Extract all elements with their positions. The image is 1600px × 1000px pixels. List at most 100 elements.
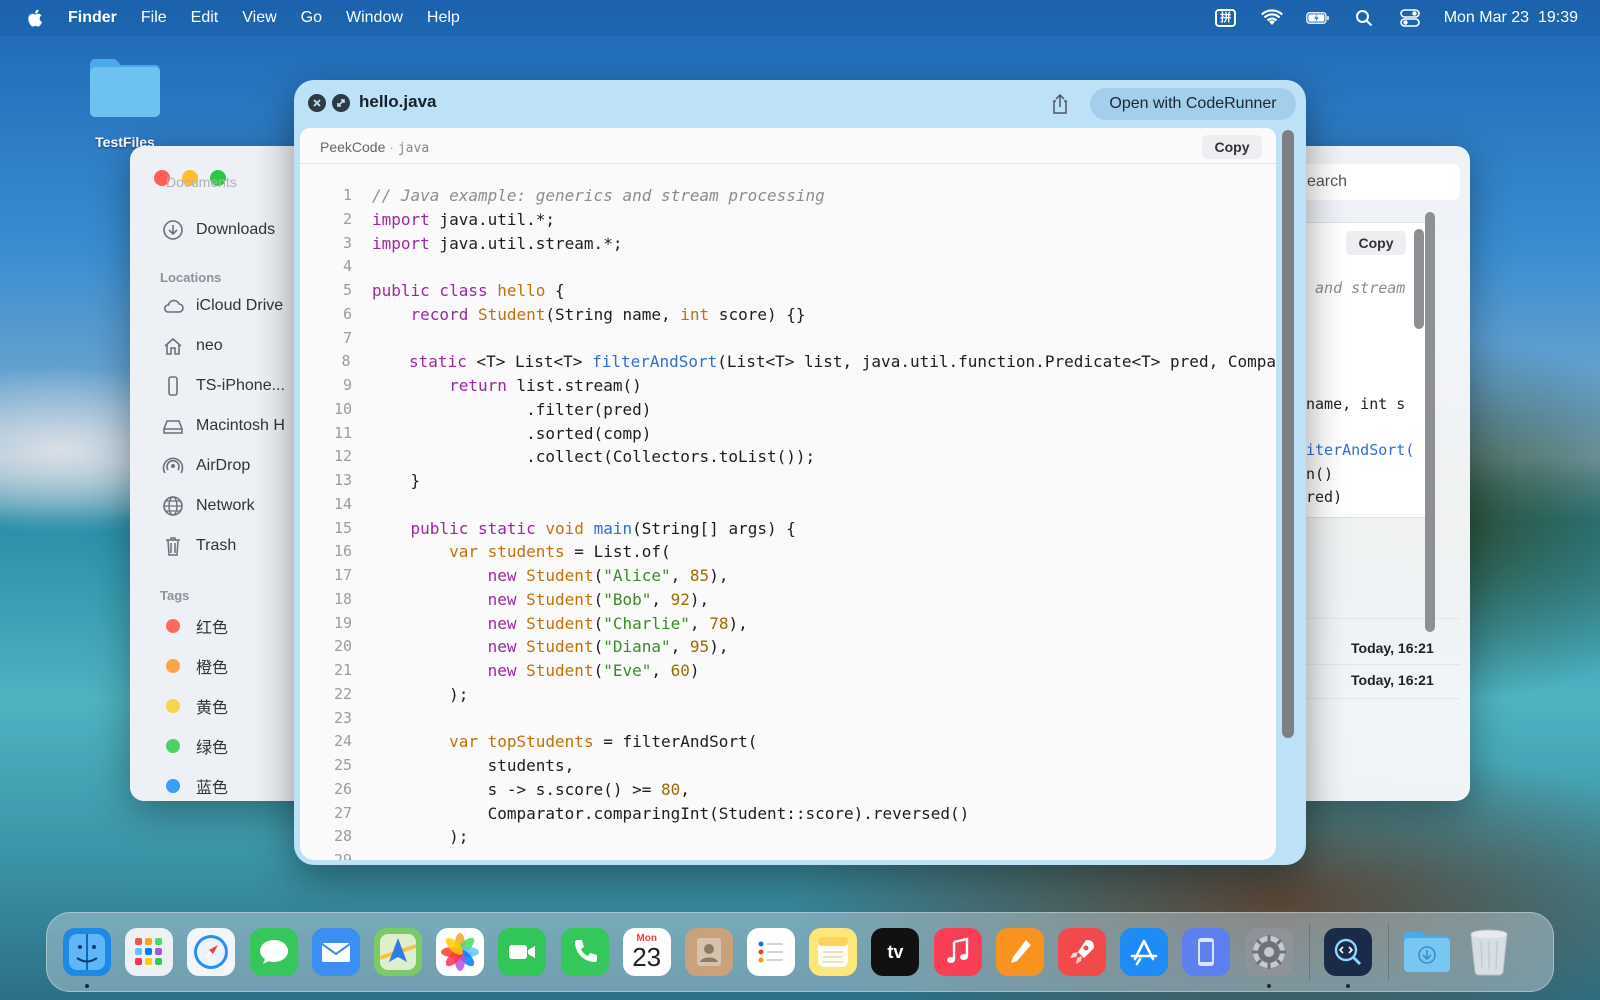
line-number: 21 (333, 661, 352, 679)
dock-launchpad[interactable] (125, 928, 174, 976)
dock-peekcode[interactable] (1323, 928, 1372, 988)
code-token: ( (593, 613, 604, 633)
line-text (352, 707, 372, 731)
dock-photos[interactable] (436, 928, 485, 976)
sidebar-tag-red[interactable]: 红色 (162, 614, 228, 638)
file-date: Today, 16:21 (1351, 672, 1434, 688)
code-scrollbar[interactable] (1282, 130, 1294, 738)
calendar-day: 23 (632, 942, 662, 972)
sidebar-item-iphone[interactable]: TS-iPhone... (162, 374, 285, 398)
sidebar-item-trash[interactable]: Trash (162, 534, 236, 558)
code-token: , (651, 661, 671, 680)
dock-contacts[interactable] (684, 928, 733, 976)
dock-simulator[interactable] (1182, 928, 1231, 976)
file-date: Today, 16:21 (1351, 640, 1434, 656)
menu-clock[interactable]: Mon Mar 23 19:39 (1444, 9, 1578, 27)
code-token: "Eve" (603, 661, 652, 680)
menu-go[interactable]: Go (301, 9, 322, 27)
dock-music[interactable] (933, 928, 982, 976)
dock-app-store[interactable] (1120, 928, 1169, 976)
menu-view[interactable]: View (242, 9, 276, 27)
running-indicator (85, 984, 89, 988)
dock-safari[interactable] (187, 928, 236, 976)
sidebar-item-macintosh-hd[interactable]: Macintosh H (162, 414, 285, 438)
dock-finder[interactable] (63, 928, 111, 988)
line-text (352, 255, 372, 279)
sidebar-tag-green[interactable]: 绿色 (162, 734, 228, 758)
sidebar-item-network[interactable]: Network (162, 494, 255, 518)
dock-messages[interactable] (249, 928, 298, 976)
sidebar-item-home[interactable]: neo (162, 334, 223, 358)
line-number: 3 (342, 233, 352, 252)
control-center-icon[interactable] (1398, 8, 1422, 28)
open-with-coderunner-button[interactable]: Open with CodeRunner (1090, 88, 1296, 120)
code-block[interactable]: 1 // Java example: generics and stream pr… (300, 184, 1276, 860)
preview-scrollbar[interactable] (1414, 229, 1424, 329)
line-number: 28 (333, 827, 352, 846)
line-number: 27 (333, 803, 352, 822)
code-line: 28 ); (300, 825, 1276, 849)
dock-rocket[interactable] (1058, 928, 1106, 976)
dock-calendar[interactable]: Mon 23 (622, 928, 671, 976)
code-line: 7 (300, 327, 1276, 351)
code-token: Student (477, 304, 546, 324)
finder-scrollbar[interactable] (1425, 212, 1435, 632)
sidebar-tag-yellow[interactable]: 黄色 (162, 694, 228, 718)
sidebar-tag-orange[interactable]: 橙色 (162, 654, 228, 678)
sidebar-item-downloads[interactable]: Downloads (162, 218, 275, 242)
dock-mail[interactable] (311, 928, 360, 976)
share-icon[interactable] (1050, 93, 1070, 115)
apple-logo-icon[interactable] (26, 8, 46, 28)
preview-copy-button[interactable]: Copy (1346, 231, 1406, 255)
finder-icon (67, 932, 107, 972)
battery-icon[interactable] (1305, 8, 1330, 28)
facetime-icon (504, 934, 540, 970)
line-text (352, 327, 372, 351)
brand-name: PeekCode (320, 139, 386, 155)
desktop-folder[interactable]: TestFiles (80, 56, 170, 150)
menu-edit[interactable]: Edit (191, 9, 219, 27)
input-method-icon[interactable]: 拼 (1214, 8, 1238, 28)
fullscreen-icon[interactable] (332, 94, 350, 112)
wifi-icon[interactable] (1260, 8, 1284, 28)
sidebar-item-icloud-drive[interactable]: iCloud Drive (162, 294, 283, 318)
close-icon[interactable] (308, 94, 326, 112)
dock-tv[interactable]: tv (871, 928, 920, 976)
menu-app-name[interactable]: Finder (68, 9, 117, 27)
code-token: java.util.*; (429, 209, 556, 229)
code-token: java.util.stream.*; (429, 233, 623, 253)
dock-system-settings[interactable] (1244, 928, 1293, 988)
dock-maps[interactable] (373, 928, 422, 976)
line-number: 29 (333, 851, 352, 860)
menu-window[interactable]: Window (346, 9, 403, 27)
line-text (352, 849, 372, 860)
dock-facetime[interactable] (498, 928, 547, 976)
menu-file[interactable]: File (141, 9, 167, 27)
sidebar-item-documents[interactable]: Documents (166, 174, 237, 190)
dock-pages[interactable] (995, 928, 1044, 976)
line-text: // Java example: generics and stream pro… (352, 184, 825, 208)
search-icon[interactable] (1352, 8, 1376, 28)
sidebar-item-label: 橙色 (196, 660, 229, 677)
dock: Mon 23 tv (46, 912, 1554, 992)
dock-notes[interactable] (809, 928, 858, 976)
menu-help[interactable]: Help (427, 9, 460, 27)
tag-dot-icon (166, 659, 180, 673)
code-line: 20 new Student("Diana", 95), (300, 635, 1276, 659)
line-number: 25 (333, 756, 352, 774)
dock-downloads-folder[interactable] (1403, 928, 1451, 976)
sidebar-tag-blue[interactable]: 蓝色 (162, 774, 228, 798)
code-line: 27 Comparator.comparingInt(Student::scor… (300, 802, 1276, 826)
copy-button[interactable]: Copy (1202, 135, 1262, 159)
line-text: import java.util.*; (352, 208, 555, 232)
code-token: Student (526, 613, 594, 633)
code-line: 12 .collect(Collectors.toList()); (300, 445, 1276, 469)
search-field[interactable]: earch (1295, 164, 1460, 200)
dock-trash[interactable] (1465, 928, 1513, 976)
sidebar-item-airdrop[interactable]: AirDrop (162, 454, 250, 478)
line-text (352, 493, 372, 517)
dock-phone[interactable] (560, 928, 609, 976)
dock-reminders[interactable] (747, 928, 796, 976)
